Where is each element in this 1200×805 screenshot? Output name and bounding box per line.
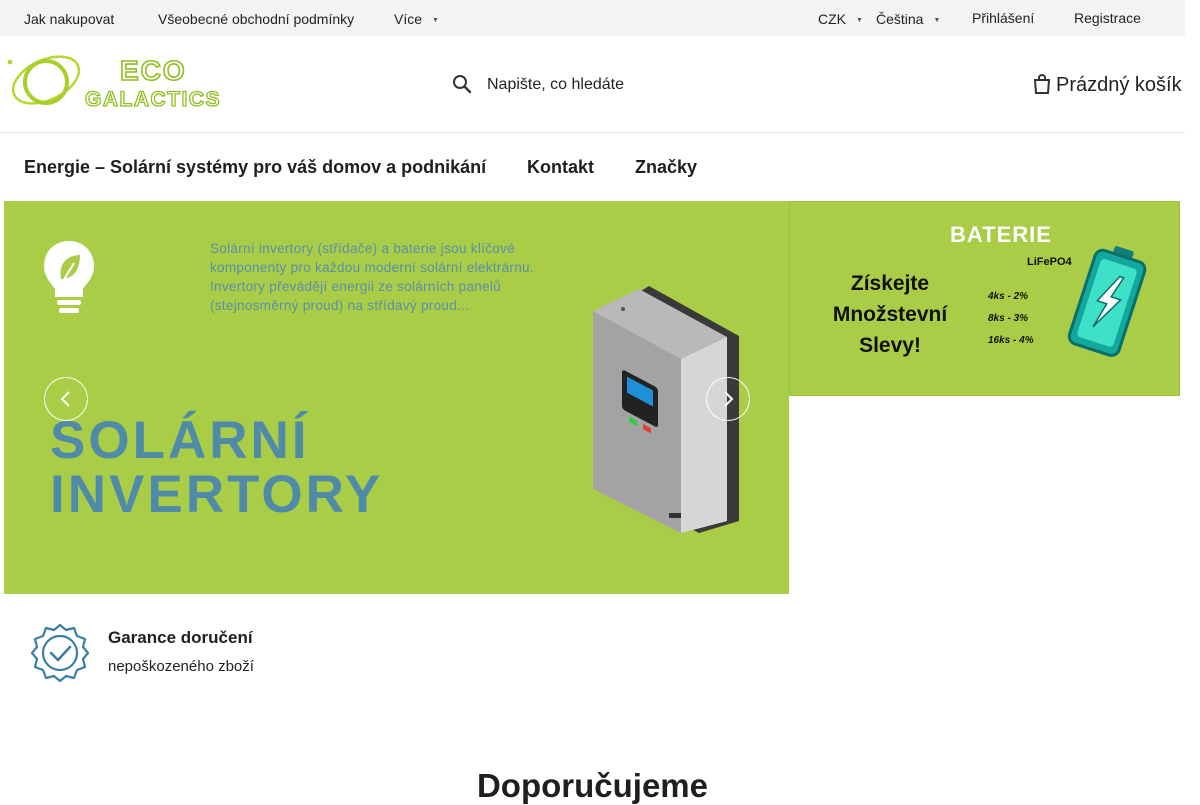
header-divider	[0, 132, 1185, 133]
language-select[interactable]: Čeština ▼	[876, 11, 940, 27]
chevron-down-icon: ▼	[933, 17, 941, 24]
logo-star	[7, 59, 13, 65]
login-link[interactable]: Přihlášení	[972, 10, 1034, 26]
promo-banner-batteries[interactable]: BATERIE LiFePO4 Získejte Množstevní Slev…	[789, 201, 1180, 396]
currency-select[interactable]: CZK ▼	[818, 11, 863, 27]
search-bar[interactable]: Napište, co hledáte	[450, 70, 750, 98]
currency-label: CZK	[818, 11, 846, 27]
promo-line-1: Získejte	[850, 272, 930, 295]
more-menu[interactable]: Více ▼	[394, 11, 439, 27]
nav-link-terms[interactable]: Všeobecné obchodní podmínky	[158, 11, 354, 27]
slider-next-button[interactable]	[706, 377, 750, 421]
logo-planet	[23, 59, 69, 105]
top-bar: Jak nakupovat Všeobecné obchodní podmínk…	[0, 0, 1185, 36]
chevron-right-icon	[724, 391, 734, 407]
promo-tier: 16ks - 4%	[988, 335, 1034, 346]
nav-item-energie[interactable]: Energie – Solární systémy pro váš domov …	[24, 157, 486, 178]
section-title-recommended: Doporučujeme	[476, 767, 709, 804]
promo-tier: 8ks - 3%	[988, 313, 1029, 324]
nav-link-how-to-shop[interactable]: Jak nakupovat	[24, 11, 114, 27]
promo-main-text: Získejte Množstevní Slevy!	[810, 268, 970, 361]
hero-description: Solární invertory (střídače) a baterie j…	[210, 241, 534, 313]
badge-check-icon	[30, 623, 90, 682]
lightbulb-leaf-icon	[44, 241, 94, 313]
promo-tier: 4ks - 2%	[988, 291, 1029, 302]
cart-icon	[1033, 74, 1051, 94]
site-logo[interactable]: ECO GALACTICS	[4, 50, 240, 112]
slider-prev-button[interactable]	[44, 377, 88, 421]
cart-label: Prázdný košík	[1056, 74, 1182, 96]
promo-heading: BATERIE	[950, 222, 1052, 247]
chevron-left-icon	[60, 391, 70, 407]
chevron-down-icon: ▼	[856, 17, 863, 24]
nav-item-znacky[interactable]: Značky	[635, 157, 697, 178]
nav-item-kontakt[interactable]: Kontakt	[527, 157, 594, 178]
register-link[interactable]: Registrace	[1074, 10, 1141, 26]
promo-line-2: Množstevní	[832, 303, 948, 326]
hero-banner[interactable]: Solární invertory (střídače) a baterie j…	[4, 201, 789, 594]
logo-text-eco: ECO	[120, 55, 187, 86]
battery-icon	[1067, 246, 1147, 357]
hero-headline-line1: SOLÁRNÍ	[50, 411, 310, 470]
promo-line-3: Slevy!	[859, 334, 921, 357]
chevron-down-icon: ▼	[432, 17, 439, 24]
hero-headline-line2: INVERTORY	[50, 465, 384, 524]
logo-text-galactics: GALACTICS	[85, 88, 221, 111]
more-label: Více	[394, 11, 423, 27]
search-input[interactable]: Napište, co hledáte	[487, 76, 624, 94]
guarantee-subtitle: nepoškozeného zboží	[108, 658, 254, 675]
language-label: Čeština	[876, 11, 924, 27]
search-icon	[453, 75, 472, 94]
guarantee-title: Garance doručení	[108, 628, 253, 647]
